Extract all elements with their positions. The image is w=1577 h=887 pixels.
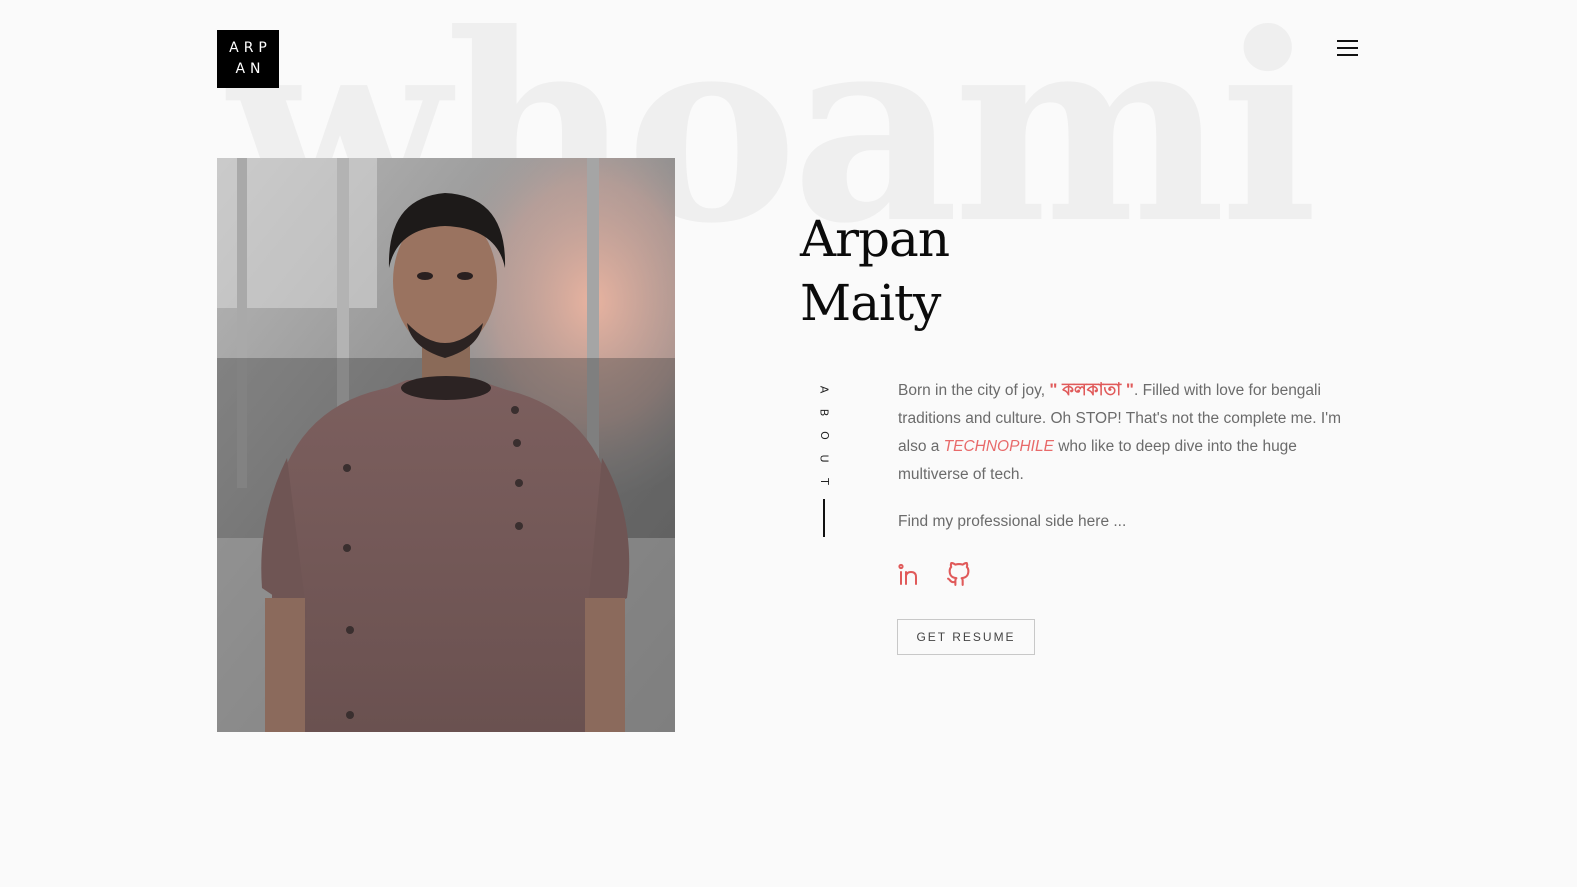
- about-letter: A: [817, 385, 831, 394]
- linkedin-icon[interactable]: [897, 562, 922, 587]
- hamburger-menu-icon[interactable]: [1337, 39, 1359, 57]
- github-icon[interactable]: [946, 561, 971, 587]
- person-name: Arpan Maity: [800, 207, 950, 335]
- last-name: Maity: [800, 274, 941, 332]
- about-bio: Born in the city of joy, " কলকাতা ". Fil…: [898, 376, 1356, 489]
- city-name: " কলকাতা ": [1049, 380, 1134, 399]
- profile-photo: [217, 158, 675, 732]
- bio-text-1: Born in the city of joy,: [898, 382, 1050, 399]
- about-letter: U: [817, 454, 831, 463]
- about-section-label: A B O U T: [816, 378, 832, 537]
- social-links: [897, 561, 971, 587]
- about-divider: [823, 499, 825, 537]
- about-letter: B: [817, 408, 831, 417]
- about-letter: O: [817, 431, 831, 440]
- logo-line-2: AN: [235, 61, 266, 77]
- find-professional-text: Find my professional side here ...: [898, 513, 1127, 530]
- site-logo[interactable]: ARP AN: [217, 30, 279, 88]
- logo-line-1: ARP: [229, 40, 272, 56]
- about-letter: T: [817, 478, 831, 485]
- first-name: Arpan: [800, 210, 950, 268]
- technophile-highlight: TECHNOPHILE: [943, 438, 1054, 455]
- get-resume-button[interactable]: GET RESUME: [897, 619, 1035, 655]
